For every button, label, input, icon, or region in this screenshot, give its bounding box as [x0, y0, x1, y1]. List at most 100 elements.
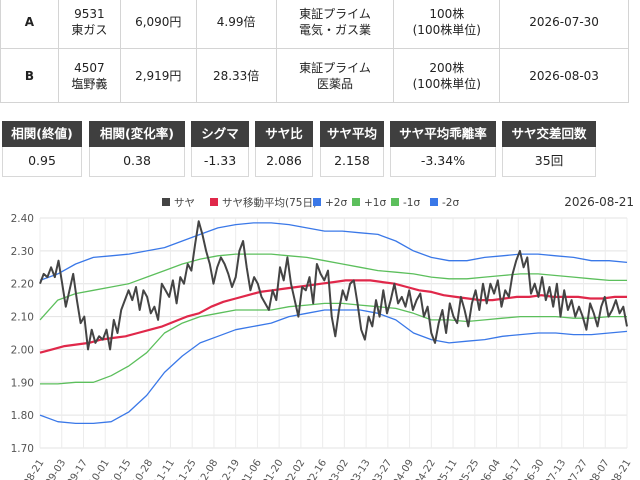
stock-code-name: 9531 東ガス	[57, 0, 121, 49]
stock-code-name: 4507 塩野義	[57, 48, 121, 103]
stock-market: 東証プライム 医薬品	[275, 48, 395, 103]
stock-date: 2026-08-03	[499, 48, 629, 103]
legend-label: +2σ	[325, 197, 347, 209]
y-tick-label: 1.70	[11, 443, 34, 455]
x-tick-label: 05-11	[435, 458, 460, 480]
legend-swatch	[391, 198, 399, 206]
legend-swatch	[430, 198, 438, 206]
x-tick-label: 10-15	[109, 458, 134, 480]
stock-shares: 100株	[429, 6, 465, 21]
x-tick-label: 07-13	[544, 458, 569, 480]
stat-spread-average: サヤ平均 2.158	[320, 121, 384, 177]
x-tick-label: 03-13	[348, 458, 373, 480]
stock-date: 2026-07-30	[499, 0, 629, 49]
x-tick-label: 03-02	[326, 458, 351, 480]
x-tick-label: 09-17	[65, 458, 90, 480]
x-tick-label: 08-07	[587, 458, 612, 480]
stock-code: 4507	[74, 60, 105, 75]
spread-line	[39, 220, 628, 351]
minus-1sigma-line	[40, 302, 627, 385]
x-tick-label: 11-11	[152, 458, 177, 480]
stock-ratio: 28.33倍	[195, 48, 277, 103]
stock-market-name: 東証プライム	[299, 6, 371, 21]
x-tick-label: 12-08	[196, 458, 221, 480]
x-tick-label: 04-22	[413, 458, 438, 480]
y-tick-label: 1.90	[11, 377, 34, 389]
x-tick-label: 01-06	[239, 458, 264, 480]
y-axis: 1.70 1.80 1.90 2.00 2.10 2.20 2.30 2.40	[11, 213, 34, 455]
stock-sector: 医薬品	[316, 76, 353, 91]
y-tick-label: 2.00	[11, 344, 34, 356]
stock-price: 2,919円	[119, 48, 197, 103]
stat-cross-count: サヤ交差回数 35回	[502, 121, 596, 177]
legend-label: +1σ	[364, 197, 386, 209]
y-tick-label: 2.30	[11, 246, 34, 258]
x-tick-label: 01-20	[261, 458, 286, 480]
x-tick-label: 07-27	[565, 458, 590, 480]
legend-item[interactable]: -1σ	[391, 197, 420, 209]
legend-item[interactable]: サヤ移動平均(75日)	[210, 196, 317, 209]
stat-sigma: シグマ -1.33	[191, 121, 249, 177]
stock-name[interactable]: 東ガス	[59, 22, 120, 38]
stock-row-a: A 9531 東ガス 6,090円 4.99倍 東証プライム 電気・ガス業 10…	[0, 0, 629, 49]
legend-swatch	[352, 198, 360, 206]
stat-label: サヤ平均乖離率	[390, 121, 496, 147]
stat-label: シグマ	[191, 121, 249, 147]
x-axis: 08-2109-0309-1710-0110-1510-2811-1111-25…	[22, 458, 634, 480]
chart-date-label: 2026-08-21	[564, 195, 634, 209]
stat-value: -1.33	[191, 147, 249, 177]
stat-spread-ratio: サヤ比 2.086	[255, 121, 313, 177]
stat-average-deviation: サヤ平均乖離率 -3.34%	[390, 121, 496, 177]
stock-name[interactable]: 塩野義	[59, 76, 120, 92]
y-tick-label: 2.40	[11, 213, 34, 225]
legend-swatch	[162, 198, 170, 206]
y-tick-label: 1.80	[11, 410, 34, 422]
x-tick-label: 08-21	[22, 458, 47, 480]
legend-swatch	[313, 198, 321, 206]
stock-row-b: B 4507 塩野義 2,919円 28.33倍 東証プライム 医薬品 200株…	[0, 48, 629, 103]
legend-item[interactable]: +1σ	[352, 197, 386, 209]
x-tick-label: 06-17	[500, 458, 525, 480]
stock-label: A	[0, 0, 59, 49]
x-tick-label: 10-28	[131, 458, 156, 480]
x-tick-label: 09-03	[44, 458, 69, 480]
x-tick-label: 03-27	[370, 458, 395, 480]
x-tick-label: 10-01	[87, 458, 112, 480]
stock-shares-cell: 100株 (100株単位)	[393, 0, 501, 49]
stat-label: サヤ比	[255, 121, 313, 147]
x-tick-label: 05-25	[457, 458, 482, 480]
x-tick-label: 02-16	[304, 458, 329, 480]
stat-label: サヤ平均	[320, 121, 384, 147]
stock-price: 6,090円	[119, 0, 197, 49]
stock-unit: (100株単位)	[412, 22, 481, 37]
stock-shares: 200株	[429, 60, 465, 75]
x-tick-label: 08-21	[609, 458, 634, 480]
legend-label: -1σ	[403, 197, 420, 209]
stat-value: 0.95	[2, 147, 82, 177]
stock-market-name: 東証プライム	[299, 60, 371, 75]
stat-value: 35回	[502, 147, 596, 177]
legend-item[interactable]: +2σ	[313, 197, 347, 209]
spread-chart: サヤ サヤ移動平均(75日) +2σ +1σ -1σ -2σ 2026-08-21 1.7…	[11, 195, 634, 480]
chart-lines	[39, 220, 628, 425]
chart-legend: サヤ サヤ移動平均(75日) +2σ +1σ -1σ -2σ	[162, 196, 459, 209]
stat-value: 0.38	[89, 147, 185, 177]
y-tick-label: 2.20	[11, 279, 34, 291]
legend-item[interactable]: -2σ	[430, 197, 459, 209]
x-tick-label: 06-30	[522, 458, 547, 480]
legend-swatch	[210, 198, 218, 206]
legend-label: サヤ	[174, 197, 195, 209]
legend-label: サヤ移動平均(75日)	[222, 196, 317, 209]
stock-sector: 電気・ガス業	[298, 22, 371, 37]
stat-close-correlation: 相関(終値) 0.95	[2, 121, 82, 177]
y-tick-label: 2.10	[11, 312, 34, 324]
stock-label: B	[0, 48, 59, 103]
stock-shares-cell: 200株 (100株単位)	[393, 48, 501, 103]
stat-label: 相関(終値)	[2, 121, 82, 147]
x-tick-label: 06-04	[478, 458, 503, 480]
stat-value: 2.086	[255, 147, 313, 177]
stock-unit: (100株単位)	[412, 76, 481, 91]
legend-item[interactable]: サヤ	[162, 197, 195, 209]
stat-change-correlation: 相関(変化率) 0.38	[89, 121, 185, 177]
stock-ratio: 4.99倍	[195, 0, 277, 49]
